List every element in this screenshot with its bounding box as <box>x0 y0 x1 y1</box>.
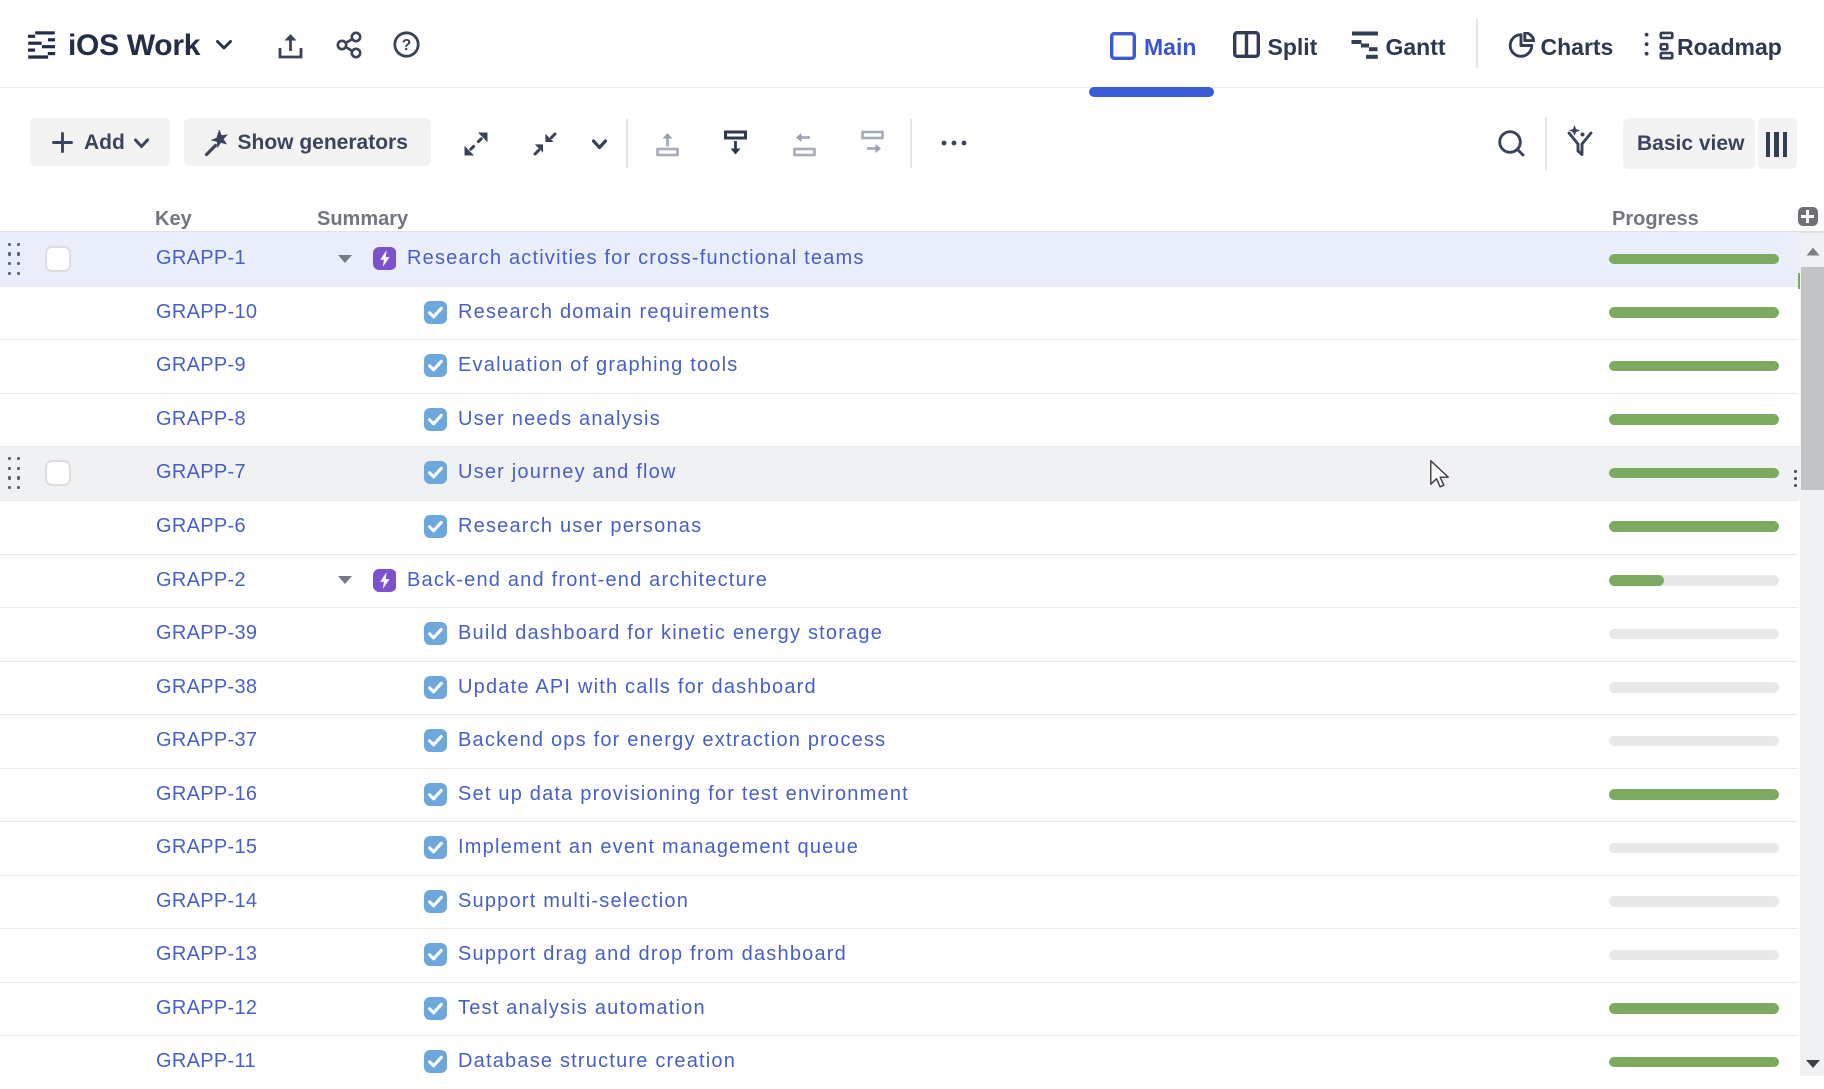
svg-text:?: ? <box>402 37 411 54</box>
